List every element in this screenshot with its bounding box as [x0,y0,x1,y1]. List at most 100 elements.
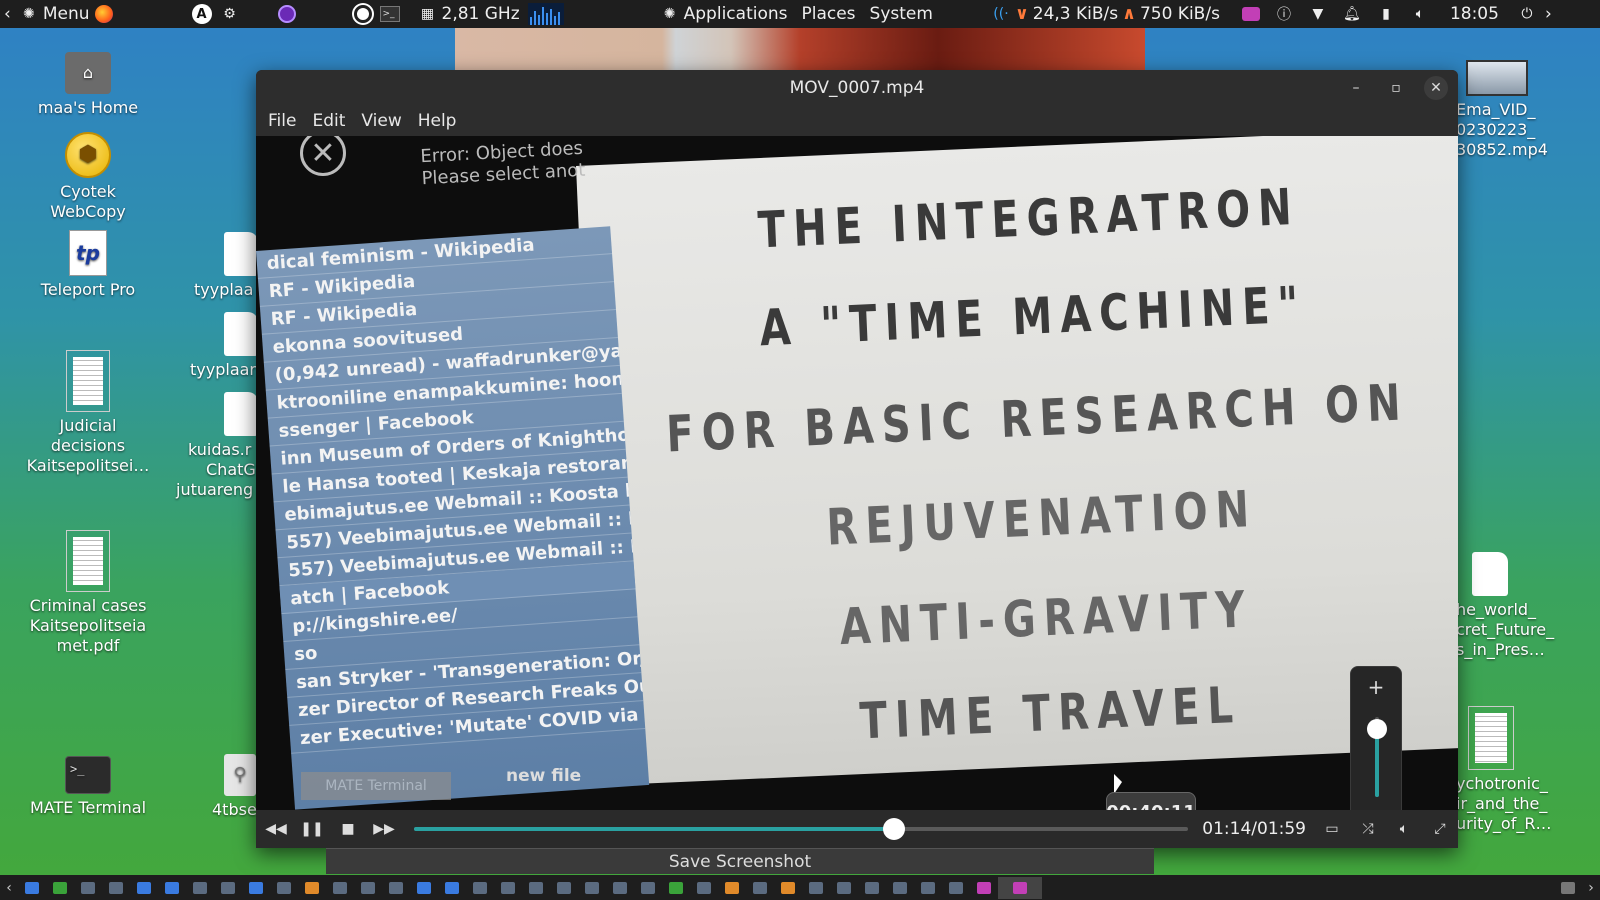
taskbar-app-icon[interactable] [74,877,102,899]
time-position-label: 01:14/01:59 [1202,819,1306,839]
taskbar-app-icon[interactable] [690,877,718,899]
trash-icon[interactable] [1554,877,1582,899]
taskbar-app-icon[interactable] [942,877,970,899]
volume-icon[interactable]: 🔈︎ [1386,810,1422,848]
system-menu[interactable]: System [866,0,937,28]
taskbar-app-icon[interactable] [550,877,578,899]
taskbar-left-arrow-icon[interactable]: ‹ [0,880,18,896]
playback-controls: ◀◀ ❚❚ ■ ▶▶ 01:14/01:59 ▭ ⤮ 🔈︎ ⤢ [256,810,1458,848]
taskbar-app-icon[interactable] [186,877,214,899]
opera-icon[interactable] [350,0,376,28]
close-button[interactable]: ✕ [1424,76,1448,100]
taskbar-app-icon[interactable] [466,877,494,899]
desktop-icon-judicial[interactable]: Judicial decisions Kaitsepolitsei… [20,350,156,476]
taskbar-app-icon[interactable] [438,877,466,899]
taskbar-app-icon[interactable] [578,877,606,899]
desktop-icon-tyyplaa-2[interactable]: tyyplaar [190,312,258,380]
sign-line: FOR BASIC RESEARCH ON [665,374,1410,465]
window-titlebar[interactable]: MOV_0007.mp4 – ▫ ✕ [256,70,1458,106]
stop-icon[interactable]: ■ [330,810,366,848]
seek-hover-tooltip: 00:40:11 [1106,792,1196,810]
pause-icon[interactable]: ❚❚ [294,810,330,848]
panel-right-arrow[interactable]: › [1541,0,1556,28]
shuffle-icon[interactable]: ⤮ [1350,810,1386,848]
taskbar-app-icon[interactable] [914,877,942,899]
taskbar-app-icon[interactable] [774,877,802,899]
taskbar-app-icon[interactable] [382,877,410,899]
taskbar-app-icon[interactable] [242,877,270,899]
taskbar-right-arrow-icon[interactable]: › [1582,880,1600,896]
taskbar-app-icon[interactable] [158,877,186,899]
desktop-icon-criminal-cases[interactable]: Criminal cases Kaitsepolitseia met.pdf [20,530,156,656]
taskbar-app-icon[interactable] [634,877,662,899]
taskbar-app-icon[interactable] [522,877,550,899]
rewind-icon[interactable]: ◀◀ [258,810,294,848]
applications-menu[interactable]: ✺ Applications [656,0,792,28]
battery-icon[interactable]: ▮ [1372,0,1400,28]
info-indicator-icon[interactable]: ⓘ [1270,0,1298,28]
taskbar-app-icon[interactable] [130,877,158,899]
taskbar-app-icon[interactable] [214,877,242,899]
indicator-app-icon[interactable] [1238,0,1264,28]
power-icon[interactable]: ⏻ [1513,0,1541,28]
desktop-icon-kuidas[interactable]: kuidas.r ChatG jutuareng [176,392,258,500]
volume-indicator-icon[interactable]: 🔈︎ [1406,0,1434,28]
taskbar-app-icon[interactable] [970,877,998,899]
network-monitor[interactable]: ((· ∨ 24,3 KiB/s ∧ 750 KiB/s [987,0,1224,28]
desktop-icon-teleport-pro[interactable]: tp Teleport Pro [20,230,156,300]
fast-forward-icon[interactable]: ▶▶ [366,810,402,848]
taskbar-app-icon[interactable] [718,877,746,899]
taskbar-app-icon[interactable] [46,877,74,899]
taskbar-app-icon[interactable] [410,877,438,899]
maximize-button[interactable]: ▫ [1384,76,1408,100]
taskbar-app-icon[interactable] [606,877,634,899]
clock[interactable]: 18:05 [1446,0,1503,28]
notification-bell-icon[interactable]: 🔔︎ [1338,0,1366,28]
firefox-icon[interactable] [94,4,114,24]
fullscreen-icon[interactable]: ⤢ [1422,810,1458,848]
taskbar-app-icon[interactable] [494,877,522,899]
taskbar-app-icon[interactable] [102,877,130,899]
seek-bar[interactable] [414,818,1189,840]
desktop-icon-tyyplaa-1[interactable]: tyyplaa [190,232,258,300]
desktop-icon-world-document[interactable]: he_world_ cret_Future_ s_in_Pres… [1456,552,1600,660]
desktop-icon-ema-video[interactable]: Ema_VID_ 0230223_ 30852.mp4 [1456,60,1600,160]
seek-handle[interactable] [883,818,906,840]
menu-view[interactable]: View [353,111,409,131]
taskbar-app-icon[interactable] [802,877,830,899]
taskbar-app-icon[interactable] [326,877,354,899]
taskbar-app-icon[interactable] [886,877,914,899]
taskbar-app-icon[interactable] [830,877,858,899]
menu-help[interactable]: Help [410,111,465,131]
purple-app-icon[interactable] [274,0,300,28]
wifi-indicator-icon[interactable]: ▼ [1304,0,1332,28]
panel-left-arrow[interactable]: ‹ [0,0,15,28]
desktop-icon-label: he_world_ [1456,600,1537,619]
video-frame[interactable]: THE INTEGRATRON A "TIME MACHINE" FOR BAS… [256,136,1458,810]
volume-slider-handle[interactable] [1367,719,1387,739]
desktop-icon-cyotek[interactable]: ⬢ Cyotek WebCopy [20,132,156,222]
menu-file[interactable]: File [260,111,304,131]
taskbar-app-icon[interactable] [858,877,886,899]
desktop-icon-mate-terminal[interactable]: >_ MATE Terminal [20,756,156,818]
taskbar-app-icon[interactable] [662,877,690,899]
desktop-icon-usb-drive[interactable]: ⚲ 4tbse [206,754,257,820]
desktop-icon-home[interactable]: ⌂ maa's Home [20,52,156,118]
playlist-icon[interactable]: ▭ [1314,810,1350,848]
settings-gear-icon[interactable]: ⚙ [216,0,244,28]
taskbar-video-player-active[interactable] [998,876,1042,899]
taskbar-app-icon[interactable] [746,877,774,899]
taskbar-app-icon[interactable] [270,877,298,899]
places-menu[interactable]: Places [797,0,859,28]
taskbar-app-icon[interactable] [298,877,326,899]
menu-edit[interactable]: Edit [304,111,353,131]
volume-up-icon[interactable]: + [1351,675,1401,699]
launcher-a-icon[interactable]: A [188,0,216,28]
taskbar-app-icon[interactable] [354,877,382,899]
main-menu-button[interactable]: ✺ Menu [15,0,118,28]
terminal-launcher-icon[interactable]: >_ [376,0,404,28]
minimize-button[interactable]: – [1344,76,1368,100]
save-screenshot-button[interactable]: Save Screenshot [326,848,1154,874]
desktop-icon-psychotronic-pdf[interactable]: ychotronic_ ir_and_the_ urity_of_R… [1456,706,1600,834]
show-desktop-icon[interactable] [18,877,46,899]
